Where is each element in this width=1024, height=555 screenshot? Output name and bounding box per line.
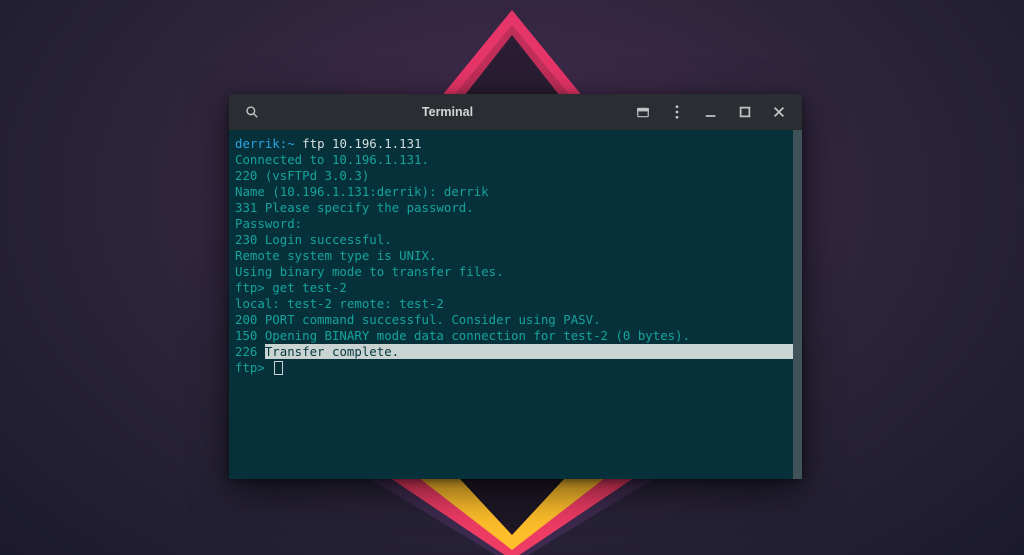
terminal-line: 226 Transfer complete. <box>235 344 802 360</box>
terminal-output[interactable]: derrik:~ ftp 10.196.1.131Connected to 10… <box>229 130 802 479</box>
new-tab-icon[interactable] <box>628 97 658 127</box>
close-button[interactable] <box>764 97 794 127</box>
window-title: Terminal <box>267 105 628 119</box>
terminal-line: 150 Opening BINARY mode data connection … <box>235 328 802 344</box>
terminal-line: Using binary mode to transfer files. <box>235 264 802 280</box>
terminal-line: 331 Please specify the password. <box>235 200 802 216</box>
minimize-button[interactable] <box>696 97 726 127</box>
terminal-line: Remote system type is UNIX. <box>235 248 802 264</box>
terminal-line: local: test-2 remote: test-2 <box>235 296 802 312</box>
text-cursor <box>274 361 283 375</box>
search-icon[interactable] <box>237 97 267 127</box>
terminal-line: Password: <box>235 216 802 232</box>
menu-icon[interactable] <box>662 97 692 127</box>
terminal-line: ftp> get test-2 <box>235 280 802 296</box>
terminal-line: Connected to 10.196.1.131. <box>235 152 802 168</box>
terminal-line: ftp> <box>235 360 802 376</box>
scrollbar[interactable] <box>793 130 802 479</box>
title-bar: Terminal <box>229 94 802 130</box>
terminal-line: derrik:~ ftp 10.196.1.131 <box>235 136 802 152</box>
terminal-line: Name (10.196.1.131:derrik): derrik <box>235 184 802 200</box>
terminal-line: 230 Login successful. <box>235 232 802 248</box>
terminal-line: 200 PORT command successful. Consider us… <box>235 312 802 328</box>
terminal-line: 220 (vsFTPd 3.0.3) <box>235 168 802 184</box>
maximize-button[interactable] <box>730 97 760 127</box>
terminal-window: Terminal <box>229 94 802 479</box>
